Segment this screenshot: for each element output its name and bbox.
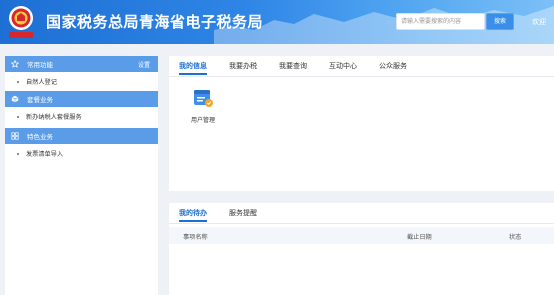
sidebar-section-special-title: 特色业务 (27, 133, 53, 141)
bullet-icon (17, 152, 19, 155)
package-icon (11, 95, 19, 103)
column-status: 状态 (509, 234, 522, 241)
sidebar-section-common[interactable]: 常用功能 设置 (5, 56, 158, 72)
todo-tabs: 我的待办 服务提醒 (169, 203, 554, 224)
column-item-name: 事项名称 (183, 234, 208, 241)
sidebar-item-label: 新办纳税人套餐服务 (26, 114, 82, 121)
star-icon (11, 60, 19, 68)
sidebar-section-special[interactable]: 特色业务 (5, 128, 158, 144)
user-management-icon (194, 90, 213, 107)
sidebar-section-package-title: 套餐业务 (27, 96, 53, 104)
my-info-panel: 我的信息 我要办税 我要查询 互动中心 公众服务 用户管理 (169, 56, 554, 191)
sidebar-item-label: 发票清单导入 (26, 151, 64, 158)
bullet-icon (17, 115, 19, 118)
sidebar-section-common-title: 常用功能 (27, 61, 53, 69)
welcome-text: 欢迎 (532, 18, 546, 26)
sidebar-item-label: 自然人登记 (26, 79, 57, 86)
bullet-icon (17, 80, 19, 83)
todo-panel: 我的待办 服务提醒 事项名称 截止日期 状态 (169, 203, 554, 295)
sidebar-item-invoice-list-import[interactable]: 发票清单导入 (5, 144, 158, 163)
tab-tax-filing[interactable]: 我要办税 (229, 61, 257, 71)
sidebar: 常用功能 设置 自然人登记 套餐业务 新办纳税人套餐服务 特色业务 发票清单导入 (5, 56, 158, 295)
grid-icon (11, 132, 19, 140)
tax-bureau-emblem-icon (9, 6, 33, 38)
top-header: 国家税务总局青海省电子税务局 请输入需要搜索的内容 搜索 欢迎 (0, 0, 554, 44)
sidebar-item-natural-person-registration[interactable]: 自然人登记 (5, 72, 158, 91)
todo-table-header: 事项名称 截止日期 状态 (169, 227, 554, 244)
search-button[interactable]: 搜索 (486, 13, 514, 30)
tab-public-service[interactable]: 公众服务 (379, 61, 407, 71)
tab-interaction-center[interactable]: 互动中心 (329, 61, 357, 71)
tab-service-reminder[interactable]: 服务提醒 (229, 208, 257, 218)
main-tabs: 我的信息 我要办税 我要查询 互动中心 公众服务 (169, 56, 554, 77)
app-tile-user-management[interactable]: 用户管理 (183, 88, 223, 124)
search-input[interactable]: 请输入需要搜索的内容 (396, 13, 485, 30)
sidebar-section-package[interactable]: 套餐业务 (5, 91, 158, 107)
tab-query[interactable]: 我要查询 (279, 61, 307, 71)
site-title: 国家税务总局青海省电子税务局 (46, 13, 264, 31)
column-deadline: 截止日期 (407, 234, 432, 241)
tab-my-todo[interactable]: 我的待办 (179, 208, 207, 222)
settings-link[interactable]: 设置 (138, 60, 150, 69)
sidebar-item-new-taxpayer-package[interactable]: 新办纳税人套餐服务 (5, 107, 158, 126)
tab-my-info[interactable]: 我的信息 (179, 61, 207, 75)
app-tile-label: 用户管理 (190, 117, 215, 124)
